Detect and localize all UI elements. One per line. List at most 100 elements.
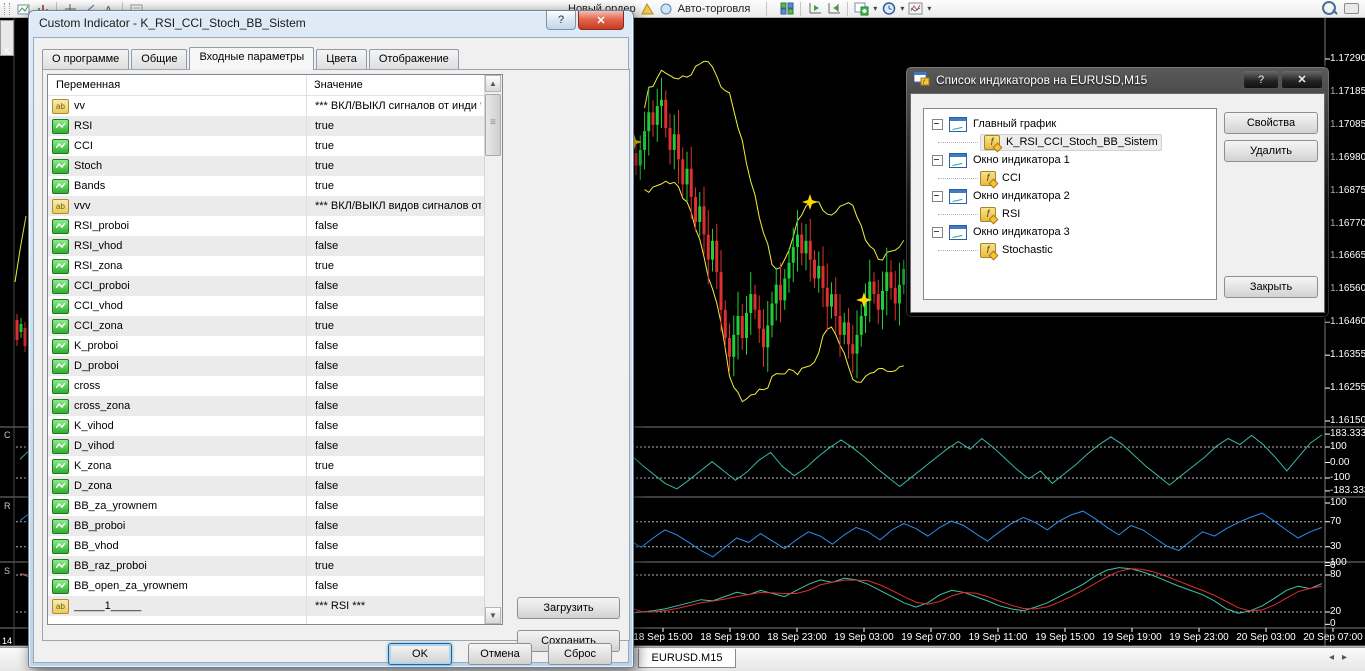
param-row[interactable]: BB_open_za_yrownemfalse [48,576,502,596]
add-indicator-icon[interactable] [854,2,869,16]
close-icon[interactable]: ✕ [578,11,624,30]
collapse-icon[interactable] [932,227,943,238]
collapse-icon[interactable] [932,119,943,130]
scroll-down-icon[interactable]: ▼ [485,607,501,624]
param-value[interactable]: false [307,580,481,592]
param-value[interactable]: true [307,160,481,172]
param-row[interactable]: RSItrue [48,116,502,136]
delete-button[interactable]: Удалить [1224,140,1318,162]
param-row[interactable]: BB_za_yrownemfalse [48,496,502,516]
param-value[interactable]: true [307,180,481,192]
tree-indicator-item[interactable]: fK_RSI_CCI_Stoch_BB_Sistem [924,133,1216,151]
tab-colors[interactable]: Цвета [316,49,367,69]
scroll-up-icon[interactable]: ▲ [485,75,501,92]
tab-scroll-arrows[interactable]: ◂▸ [1329,652,1355,663]
param-value[interactable]: *** ВКЛ/ВЫКЛ видов сигналов от инди ... [307,200,481,212]
param-row[interactable]: BB_raz_proboitrue [48,556,502,576]
param-value[interactable]: *** RSI *** [307,600,481,612]
param-value[interactable]: false [307,220,481,232]
col-value[interactable]: Значение [306,79,363,91]
ok-button[interactable]: OK [388,643,452,665]
param-row[interactable]: abvvv*** ВКЛ/ВЫКЛ видов сигналов от инди… [48,196,502,216]
param-value[interactable]: true [307,140,481,152]
param-value[interactable]: false [307,360,481,372]
param-value[interactable]: false [307,240,481,252]
param-value[interactable]: true [307,260,481,272]
tab-common[interactable]: Общие [131,49,187,69]
param-value[interactable]: true [307,320,481,332]
scrollbar[interactable]: ▲ ▼ [484,75,502,624]
param-value[interactable]: false [307,520,481,532]
param-value[interactable]: false [307,440,481,452]
tab-about[interactable]: О программе [42,49,129,69]
param-row[interactable]: BB_vhodfalse [48,536,502,556]
properties-button[interactable]: Свойства [1224,112,1318,134]
param-value[interactable]: true [307,560,481,572]
param-row[interactable]: K_zonatrue [48,456,502,476]
param-value[interactable]: false [307,500,481,512]
param-row[interactable]: cross_zonafalse [48,396,502,416]
add-indicator-dropdown[interactable]: ▾ [873,4,877,13]
tab-inputs[interactable]: Входные параметры [189,47,314,70]
chart-shift-icon[interactable] [807,2,822,16]
param-row[interactable]: crossfalse [48,376,502,396]
param-row[interactable]: D_zonafalse [48,476,502,496]
param-value[interactable]: false [307,480,481,492]
chat-icon[interactable] [1344,3,1359,14]
toolbar-grip[interactable] [4,3,10,15]
cancel-button[interactable]: Отмена [468,643,532,665]
param-value[interactable]: false [307,380,481,392]
param-row[interactable]: RSI_vhodfalse [48,236,502,256]
param-row[interactable]: D_proboifalse [48,356,502,376]
param-row[interactable]: K_vihodfalse [48,416,502,436]
search-icon[interactable] [1322,1,1336,15]
symbol-tab[interactable]: EURUSD.M15 [638,649,736,668]
param-row[interactable]: ab_____1_____*** RSI *** [48,596,502,616]
tree-indicator-item[interactable]: fCCI [924,169,1216,187]
param-row[interactable]: RSI_proboifalse [48,216,502,236]
close-icon[interactable]: ✕ [1281,70,1323,89]
param-row[interactable]: CCI_proboifalse [48,276,502,296]
load-button[interactable]: Загрузить [517,597,620,619]
param-value[interactable]: false [307,420,481,432]
reset-button[interactable]: Сброс [548,643,612,665]
param-value[interactable]: false [307,280,481,292]
templates-icon[interactable] [908,2,923,16]
templates-dropdown[interactable]: ▾ [927,4,931,13]
param-row[interactable]: abvv*** ВКЛ/ВЫКЛ сигналов от инди *** [48,96,502,116]
param-value[interactable]: false [307,300,481,312]
collapse-icon[interactable] [932,191,943,202]
tree-window-item[interactable]: Окно индикатора 3 [924,223,1216,241]
param-row[interactable]: BB_proboifalse [48,516,502,536]
periods-dropdown[interactable]: ▾ [900,4,904,13]
periods-icon[interactable] [881,2,896,16]
param-row[interactable]: CCItrue [48,136,502,156]
auto-scroll-icon[interactable] [826,2,841,16]
param-row[interactable]: Stochtrue [48,156,502,176]
param-value[interactable]: false [307,340,481,352]
param-row[interactable]: CCI_vhodfalse [48,296,502,316]
collapse-icon[interactable] [932,155,943,166]
indicator-tree[interactable]: Главный графикfK_RSI_CCI_Stoch_BB_Sistem… [923,108,1217,300]
param-row[interactable]: Bandstrue [48,176,502,196]
col-variable[interactable]: Переменная [48,79,306,91]
close-button[interactable]: Закрыть [1224,276,1318,298]
scroll-thumb[interactable] [485,94,501,156]
tree-window-item[interactable]: Окно индикатора 1 [924,151,1216,169]
help-button[interactable]: ? [1243,70,1279,89]
param-value[interactable]: true [307,120,481,132]
param-value[interactable]: true [307,460,481,472]
autotrade-button[interactable]: Авто-торговля [678,3,751,15]
param-row[interactable]: RSI_zonatrue [48,256,502,276]
help-button[interactable]: ? [546,11,576,30]
param-value[interactable]: *** ВКЛ/ВЫКЛ сигналов от инди *** [307,100,481,112]
param-value[interactable]: false [307,400,481,412]
param-value[interactable]: false [307,540,481,552]
tab-visualization[interactable]: Отображение [369,49,459,69]
column-divider[interactable] [306,75,307,624]
param-row[interactable]: D_vihodfalse [48,436,502,456]
tree-window-item[interactable]: Окно индикатора 2 [924,187,1216,205]
param-row[interactable]: K_proboifalse [48,336,502,356]
tree-window-item[interactable]: Главный график [924,115,1216,133]
param-row[interactable]: CCI_zonatrue [48,316,502,336]
